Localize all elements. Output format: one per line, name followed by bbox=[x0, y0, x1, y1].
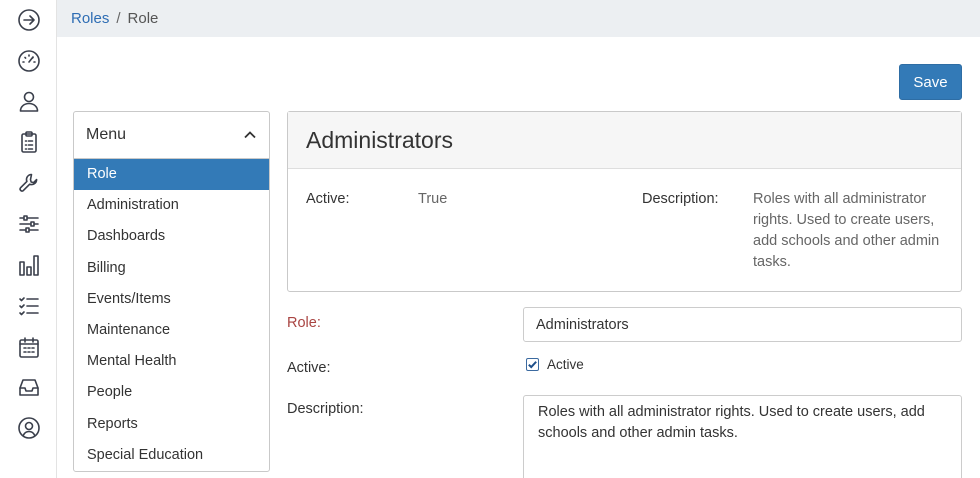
active-checkbox[interactable] bbox=[526, 358, 539, 371]
description-textarea[interactable]: Roles with all administrator rights. Use… bbox=[523, 395, 962, 478]
role-input[interactable] bbox=[523, 307, 962, 342]
active-checkbox-label: Active bbox=[547, 357, 584, 372]
wrench-icon[interactable] bbox=[16, 170, 42, 196]
menu-item-role[interactable]: Role bbox=[74, 159, 269, 191]
user-icon[interactable] bbox=[16, 88, 42, 114]
menu-header-toggle[interactable]: Menu bbox=[74, 112, 269, 159]
breadcrumb-current: Role bbox=[127, 10, 159, 27]
details-description-value: Roles with all administrator rights. Use… bbox=[753, 191, 940, 270]
bar-chart-icon[interactable] bbox=[16, 252, 42, 278]
details-active-value: True bbox=[418, 191, 448, 207]
menu-item-special-education[interactable]: Special Education bbox=[74, 440, 269, 471]
chevron-up-icon bbox=[243, 128, 257, 142]
checkmark-icon bbox=[528, 361, 537, 369]
menu-item-mental-health[interactable]: Mental Health bbox=[74, 346, 269, 377]
icon-rail bbox=[0, 0, 57, 478]
sliders-icon[interactable] bbox=[16, 211, 42, 237]
breadcrumb-roles-link[interactable]: Roles bbox=[71, 10, 109, 27]
dashboard-gauge-icon[interactable] bbox=[16, 48, 42, 74]
menu-item-reports[interactable]: Reports bbox=[74, 409, 269, 440]
menu-item-events-items[interactable]: Events/Items bbox=[74, 284, 269, 315]
calendar-icon[interactable] bbox=[16, 334, 42, 360]
menu-item-dashboards[interactable]: Dashboards bbox=[74, 221, 269, 252]
menu-item-people[interactable]: People bbox=[74, 377, 269, 408]
side-menu: Menu Role Administration Dashboards Bill… bbox=[73, 111, 270, 472]
arrow-right-circle-icon[interactable] bbox=[16, 7, 42, 33]
checklist-icon[interactable] bbox=[16, 293, 42, 319]
menu-item-billing[interactable]: Billing bbox=[74, 253, 269, 284]
save-button[interactable]: Save bbox=[899, 64, 962, 100]
details-description-label: Description: bbox=[642, 191, 719, 207]
inbox-icon[interactable] bbox=[16, 374, 42, 400]
active-field-label: Active: bbox=[287, 360, 331, 376]
clipboard-icon[interactable] bbox=[16, 129, 42, 155]
role-details-card: Administrators Active: True Description:… bbox=[287, 111, 962, 292]
description-field-label: Description: bbox=[287, 401, 364, 417]
menu-item-maintenance[interactable]: Maintenance bbox=[74, 315, 269, 346]
menu-item-administration[interactable]: Administration bbox=[74, 190, 269, 221]
menu-title: Menu bbox=[86, 126, 127, 143]
active-checkbox-wrapper[interactable]: Active bbox=[526, 357, 584, 372]
user-circle-icon[interactable] bbox=[16, 415, 42, 441]
breadcrumb-separator: / bbox=[116, 10, 121, 27]
role-field-label: Role: bbox=[287, 315, 321, 331]
breadcrumb: Roles / Role bbox=[57, 0, 980, 37]
card-title: Administrators bbox=[288, 112, 961, 169]
details-active-label: Active: bbox=[306, 191, 350, 207]
